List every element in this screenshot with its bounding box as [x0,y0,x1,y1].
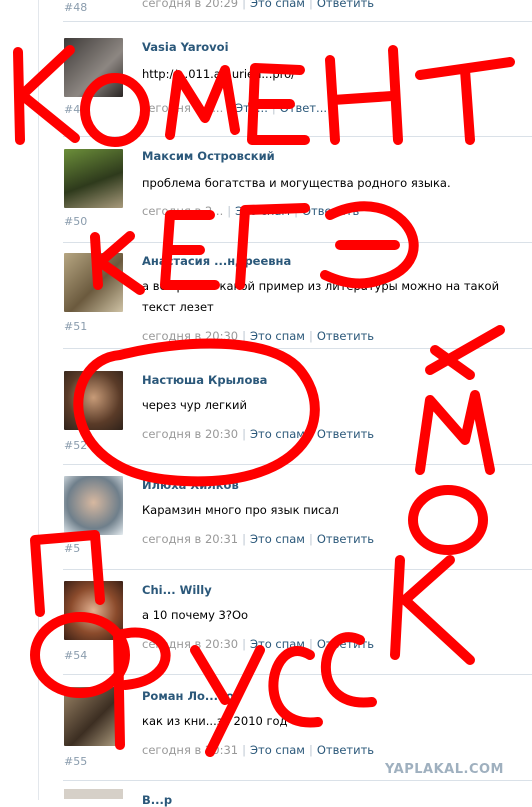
comment-item: #5 Илюха Хилков Карамзин много про язык … [63,464,532,570]
comment-time: сегодня в 20:30 [142,427,239,441]
comment-number: #50 [64,215,88,228]
comment-text: как из кни...за 2010 год [142,714,288,728]
sidebar-divider [38,0,39,800]
comment-meta: сегодня в 20:31 | Это спам | Ответить [142,532,375,546]
spam-link[interactable]: Это спам [250,329,305,343]
comment-number: #54 [64,649,88,662]
avatar[interactable] [64,687,123,746]
comment-text: проблема богатства и могущества родного … [142,176,451,190]
spam-link[interactable]: Это спам [250,427,305,441]
comment-time: сегодня в 20:30 [142,637,239,651]
reply-link[interactable]: Ответ... [280,101,327,115]
avatar[interactable] [64,789,123,799]
comment-number: #4 [64,103,81,116]
comment-text: а 10 почему 3?Оо [142,608,249,622]
spam-link[interactable]: Это спам [250,743,305,757]
comment-partial-top: #48 сегодня в 20:29 | Это спам | Ответить [63,0,532,22]
comment-author-link[interactable]: Илюха Хилков [142,478,239,492]
avatar[interactable] [64,371,123,430]
reply-link[interactable]: Ответить [317,0,374,10]
comment-item: #54 Chi... Willy а 10 почему 3?Оо сегодн… [63,569,532,675]
comment-meta: сегодня в 2... | Это... | Ответ... [142,101,328,115]
spam-link[interactable]: Это спам [250,532,305,546]
comment-author-link[interactable]: Роман Ло...нов [142,689,241,703]
comment-meta: сегодня в 20:30 | Это спам | Ответить [142,637,375,651]
reply-link[interactable]: Ответить [317,637,374,651]
comments-list: #48 сегодня в 20:29 | Это спам | Ответить #4… [63,0,532,807]
comment-number: #5 [64,542,81,555]
avatar[interactable] [64,253,123,312]
reply-link[interactable]: Ответить [317,532,374,546]
comment-number: #52 [64,439,88,452]
avatar[interactable] [64,38,123,97]
comment-time: сегодня в 20:29 [142,0,239,10]
comment-author-link[interactable]: Vasia Yarovoi [142,40,229,54]
comment-meta: сегодня в 20:30 | Это спам | Ответить [142,329,375,343]
comment-author-link[interactable]: Настюша Крылова [142,373,267,387]
watermark-logo: YAPLAKAL.COM [385,762,504,777]
comment-time: сегодня в 2... [142,204,224,218]
reply-link[interactable]: Ответить [302,204,359,218]
comment-author-link[interactable]: Анастасия ...ндреевна [142,254,291,268]
comment-item: #50 Максим Островский проблема богатства… [63,137,532,243]
comment-author-link[interactable]: Chi... Willy [142,583,212,597]
comment-item: #4 Vasia Yarovoi http://...011.a...urien… [63,31,532,137]
comment-text: Карамзин много про язык писал [142,503,339,517]
comment-meta: сегодня в 20:31 | Это спам | Ответить [142,743,375,757]
comment-author-link[interactable]: Максим Островский [142,149,275,163]
comment-author-link[interactable]: В...р [142,793,172,807]
comment-text: через чур легкий [142,398,247,412]
spam-link[interactable]: Это... [235,101,268,115]
comment-item: #51 Анастасия ...ндреевна а все равно. к… [63,243,532,349]
comment-time: сегодня в 20:31 [142,532,239,546]
comment-meta: сегодня в 20:29 | Это спам | Ответить [142,0,374,10]
avatar[interactable] [64,476,123,535]
avatar[interactable] [64,581,123,640]
comment-text: http://...011.a...urien...pro/ [142,67,296,81]
comment-number: #55 [64,755,88,768]
spam-link[interactable]: Это спам [250,637,305,651]
comment-partial-bottom: В...р [63,781,532,807]
avatar[interactable] [64,149,123,208]
comment-time: сегодня в 2... [142,101,224,115]
spam-link[interactable]: Это спам [235,204,290,218]
comment-item: #52 Настюша Крылова через чур легкий сег… [63,359,532,465]
comment-time: сегодня в 20:31 [142,743,239,757]
comment-meta: сегодня в 20:30 | Это спам | Ответить [142,427,375,441]
comment-meta: сегодня в 2... | Это спам | Ответить [142,204,360,218]
reply-link[interactable]: Ответить [317,743,374,757]
comment-text: а все равно. какой пример из литературы … [142,279,500,314]
comment-number: #51 [64,320,88,333]
comment-number: #48 [64,1,88,14]
reply-link[interactable]: Ответить [317,427,374,441]
reply-link[interactable]: Ответить [317,329,374,343]
spam-link[interactable]: Это спам [250,0,305,10]
comment-time: сегодня в 20:30 [142,329,239,343]
